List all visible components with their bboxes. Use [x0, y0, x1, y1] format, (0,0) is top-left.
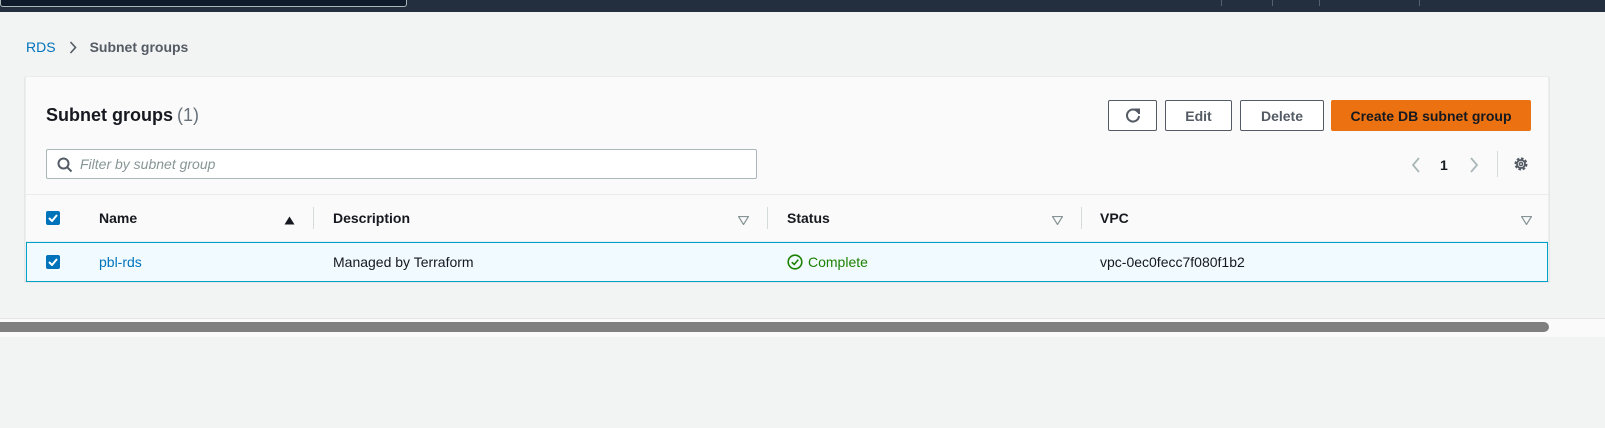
select-all-checkbox[interactable] — [46, 211, 60, 225]
chevron-right-icon — [1470, 157, 1479, 173]
edit-button[interactable]: Edit — [1165, 100, 1232, 131]
search-icon — [57, 157, 73, 178]
status-cell: Complete — [787, 243, 868, 281]
subnet-groups-panel: Subnet groups (1) Edit Delete Create DB s… — [25, 76, 1549, 282]
subnet-group-name-link[interactable]: pbl-rds — [99, 243, 142, 281]
column-divider — [1081, 207, 1082, 229]
nav-divider — [1319, 0, 1320, 6]
create-db-subnet-group-button[interactable]: Create DB subnet group — [1331, 100, 1531, 131]
sortable-icon[interactable] — [1051, 212, 1064, 230]
breadcrumb: RDS Subnet groups — [26, 38, 188, 56]
column-divider — [313, 207, 314, 229]
checkmark-icon — [48, 258, 58, 266]
table-header: Name Description Status VPC — [26, 194, 1548, 242]
gear-icon — [1514, 157, 1528, 171]
page-number[interactable]: 1 — [1440, 155, 1448, 175]
page-title: Subnet groups (1) — [46, 105, 199, 126]
item-count: (1) — [177, 105, 199, 125]
nav-divider — [1272, 0, 1273, 6]
refresh-button[interactable] — [1108, 100, 1157, 131]
sortable-icon[interactable] — [737, 212, 750, 230]
preferences-button[interactable] — [1512, 155, 1530, 178]
table-row[interactable]: pbl-rds Managed by Terraform Complete vp… — [26, 242, 1548, 282]
column-header-description[interactable]: Description — [333, 195, 410, 241]
nav-divider — [1419, 0, 1420, 6]
previous-page-button[interactable] — [1411, 155, 1421, 175]
top-navigation-bar — [0, 0, 1605, 12]
description-cell: Managed by Terraform — [333, 254, 474, 270]
pagination-divider — [1497, 151, 1498, 177]
global-search-bar[interactable] — [0, 0, 407, 7]
chevron-left-icon — [1411, 157, 1420, 173]
status-text: Complete — [808, 254, 868, 270]
status-success-icon — [787, 254, 803, 270]
column-header-vpc[interactable]: VPC — [1100, 195, 1129, 241]
sortable-icon[interactable] — [1520, 212, 1533, 230]
column-header-status[interactable]: Status — [787, 195, 830, 241]
filter-box — [46, 149, 757, 179]
nav-divider — [1221, 0, 1222, 6]
sort-ascending-icon[interactable] — [284, 212, 295, 230]
panel-title: Subnet groups — [46, 105, 173, 125]
delete-button[interactable]: Delete — [1240, 100, 1324, 131]
column-divider — [767, 207, 768, 229]
refresh-icon — [1125, 108, 1140, 122]
filter-input[interactable] — [80, 150, 740, 178]
chevron-right-icon — [69, 40, 77, 54]
horizontal-scrollbar-thumb[interactable] — [0, 322, 1549, 332]
vpc-cell: vpc-0ec0fecc7f080f1b2 — [1100, 254, 1245, 270]
checkmark-icon — [48, 214, 58, 222]
next-page-button[interactable] — [1469, 155, 1479, 175]
row-checkbox[interactable] — [46, 255, 60, 269]
breadcrumb-rds-link[interactable]: RDS — [26, 39, 56, 55]
column-header-name[interactable]: Name — [99, 195, 137, 241]
breadcrumb-current: Subnet groups — [89, 39, 189, 55]
